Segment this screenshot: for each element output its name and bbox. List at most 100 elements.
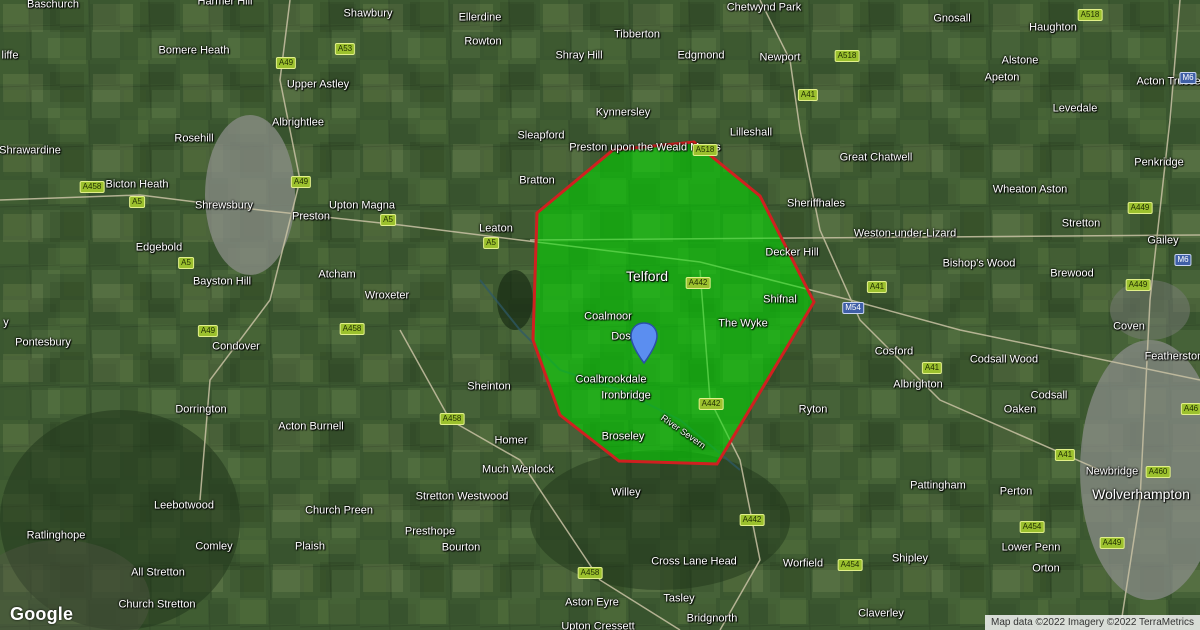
place-label: Codsall Wood [969, 353, 1039, 366]
place-label: Pontesbury [15, 336, 71, 349]
road-shield: A49 [197, 325, 219, 337]
road-shield: A49 [275, 57, 297, 69]
place-label: Cross Lane Head [651, 555, 737, 568]
place-label: Leaton [479, 222, 513, 235]
place-label: Bratton [519, 174, 555, 187]
road-shield: M6 [1174, 254, 1192, 266]
place-label: Codsall [1030, 389, 1068, 402]
place-label: Baschurch [27, 0, 79, 11]
place-label: Telford [625, 268, 669, 284]
place-label: Cosford [874, 345, 914, 358]
road-shield: A518 [834, 50, 860, 62]
road-shield: A53 [334, 43, 356, 55]
place-label: Wroxeter [364, 289, 410, 302]
road-shield: A5 [483, 237, 499, 249]
place-label: Weston-under-Lizard [853, 227, 957, 240]
road-shield: A41 [797, 89, 819, 101]
road-shield: A458 [577, 567, 603, 579]
place-label: Church Preen [305, 504, 373, 517]
place-label: Alstone [1001, 54, 1039, 67]
place-label: Worfield [782, 557, 824, 570]
road-shield: A442 [698, 398, 724, 410]
road-shield: A442 [685, 277, 711, 289]
place-label: Bridgnorth [686, 612, 738, 625]
google-logo: Google [10, 604, 74, 624]
map-attribution: Map data ©2022 Imagery ©2022 TerraMetric… [985, 615, 1200, 630]
place-label: Pattingham [910, 479, 966, 492]
place-label: Shrawardine [0, 144, 61, 157]
place-label: Broseley [601, 430, 645, 443]
place-label: Presthope [404, 525, 456, 538]
place-label: Comley [195, 540, 233, 553]
place-label: Gnosall [933, 12, 971, 25]
place-label: Claverley [858, 607, 904, 620]
place-label: Upton Magna [328, 199, 396, 212]
road-shield: A518 [692, 144, 718, 156]
road-shield: A5 [178, 257, 194, 269]
place-label: The Wyke [718, 317, 768, 330]
place-label: Much Wenlock [482, 463, 554, 476]
place-label: Decker Hill [765, 246, 819, 259]
place-label: Ironbridge [601, 389, 651, 402]
road-shield: A41 [921, 362, 943, 374]
place-label: Bishop's Wood [942, 257, 1016, 270]
place-label: Atcham [318, 268, 356, 281]
place-label: Harmer Hill [197, 0, 253, 8]
place-label: Bayston Hill [192, 275, 252, 288]
place-label: Newport [759, 51, 801, 64]
road-shield: A458 [339, 323, 365, 335]
place-label: Shray Hill [555, 49, 603, 62]
place-label: Brewood [1050, 267, 1094, 280]
place-label: Shawbury [343, 7, 393, 20]
road-shield: A5 [380, 214, 396, 226]
place-label: Coalmoor [584, 310, 632, 323]
road-shield: A46 [1180, 403, 1200, 415]
place-label: Oaken [1003, 403, 1037, 416]
place-label: Wolverhampton [1092, 486, 1190, 502]
road-shield: A518 [1077, 9, 1103, 21]
road-shield: A458 [79, 181, 105, 193]
place-label: Levedale [1052, 102, 1098, 115]
place-label: Church Stretton [118, 598, 196, 611]
place-label: Bomere Heath [158, 44, 230, 57]
place-label: Rosehill [174, 132, 214, 145]
road-shield: A41 [866, 281, 888, 293]
place-label: Kynnersley [595, 106, 651, 119]
place-label: Bicton Heath [105, 178, 169, 191]
place-label: Rowton [464, 35, 502, 48]
place-label: Stretton Westwood [415, 490, 509, 503]
road-shield: A442 [739, 514, 765, 526]
place-label: Homer [494, 434, 528, 447]
place-label: Gailey [1147, 234, 1179, 247]
place-label: Dos [611, 330, 631, 343]
place-label: Dorrington [175, 403, 227, 416]
road-shield: A49 [290, 176, 312, 188]
place-label: Perton [999, 485, 1033, 498]
place-label: Featherstone [1144, 350, 1200, 363]
place-label: Orton [1032, 562, 1060, 575]
place-label: Shrewsbury [194, 199, 254, 212]
road-shield: A458 [439, 413, 465, 425]
place-label: All Stretton [131, 566, 185, 579]
place-label: Haughton [1029, 21, 1077, 34]
road-shield: A449 [1127, 202, 1153, 214]
place-label: Sheriffhales [787, 197, 845, 210]
road-shield: A460 [1145, 466, 1171, 478]
road-shield: M6 [1179, 72, 1197, 84]
road-shield: A5 [129, 196, 145, 208]
place-label: Chetwynd Park [726, 1, 802, 14]
place-label: Leebotwood [154, 499, 214, 512]
place-label: Aston Eyre [565, 596, 619, 609]
place-label: Apeton [984, 71, 1020, 84]
place-label: Stretton [1061, 217, 1101, 230]
map-pin-icon[interactable] [630, 322, 658, 364]
place-label: Albrightlee [272, 116, 324, 129]
place-label: Tibberton [613, 28, 661, 41]
road-shield: A449 [1125, 279, 1151, 291]
map-view[interactable]: Baschurch Harmer Hill Shawbury Ellerdine Row… [0, 0, 1200, 630]
place-label: Newbridge [1085, 465, 1139, 478]
road-shield: A41 [1054, 449, 1076, 461]
place-label: Ryton [798, 403, 828, 416]
place-label: Upper Astley [286, 78, 350, 91]
road-shield: A449 [1099, 537, 1125, 549]
